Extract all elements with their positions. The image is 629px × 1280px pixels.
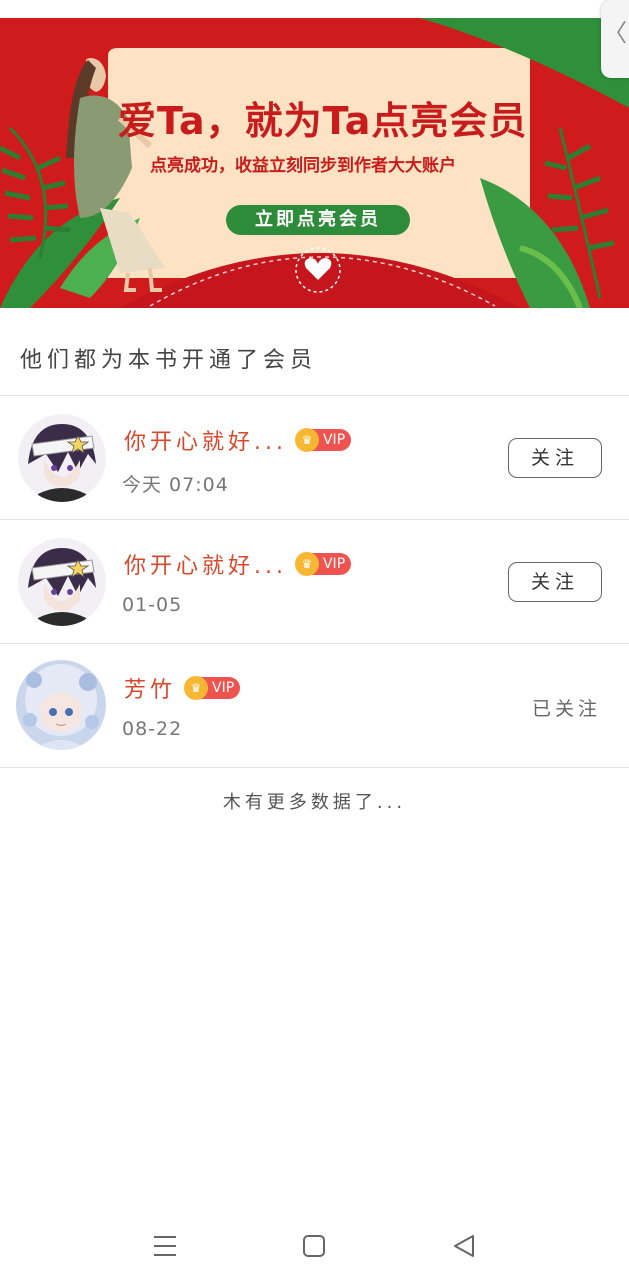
vip-badge: ♛ VIP [294,428,352,452]
member-name: 你开心就好... [124,554,287,579]
avatar[interactable] [18,414,106,502]
chevron-left-icon: 〈 [603,19,627,47]
side-drawer-handle[interactable]: 〈 [601,0,629,78]
vip-promo-banner[interactable]: 爱Ta，就为Ta点亮会员 点亮成功，收益立刻同步到作者大大账户 立即点亮会员 [0,18,629,308]
follow-button[interactable]: 关注 [508,562,602,602]
vip-badge: ♛ VIP [294,552,352,576]
member-time: 08-22 [122,718,183,740]
menu-icon[interactable] [145,1226,185,1266]
divider [0,767,629,768]
crown-icon: ♛ [294,552,319,576]
banner-subtitle: 点亮成功，收益立刻同步到作者大大账户 [150,156,456,176]
follow-button[interactable]: 关注 [508,438,602,478]
section-title: 他们都为本书开通了会员 [20,348,318,373]
member-time: 今天 07:04 [122,474,229,496]
banner-title: 爱Ta，就为Ta点亮会员 [118,99,528,143]
system-nav-bar [0,1212,629,1280]
member-row[interactable]: 你开心就好... ♛ VIP 01-05 关注 [0,520,629,644]
member-time: 01-05 [122,594,183,616]
member-name: 你开心就好... [124,430,287,455]
member-row[interactable]: 芳竹 ♛ VIP 08-22 已关注 [0,644,629,768]
vip-badge: ♛ VIP [184,676,241,700]
member-name-line: 你开心就好... ♛ VIP [124,424,352,456]
status-area [0,0,629,18]
member-row[interactable]: 你开心就好... ♛ VIP 今天 07:04 关注 [0,396,629,520]
light-up-vip-button[interactable]: 立即点亮会员 [226,205,410,235]
vip-label: VIP [212,680,235,696]
followed-label[interactable]: 已关注 [532,694,601,721]
home-icon[interactable] [294,1226,334,1266]
vip-label: VIP [322,556,346,572]
crown-icon: ♛ [184,676,209,700]
crown-icon: ♛ [294,428,319,452]
member-name-line: 芳竹 ♛ VIP [124,672,241,704]
no-more-data-text: 木有更多数据了... [222,792,407,813]
vip-label: VIP [322,432,346,448]
member-name-line: 你开心就好... ♛ VIP [124,548,352,580]
avatar[interactable] [18,538,106,626]
member-name: 芳竹 [124,678,177,703]
avatar[interactable] [16,660,106,750]
back-icon[interactable] [444,1226,484,1266]
